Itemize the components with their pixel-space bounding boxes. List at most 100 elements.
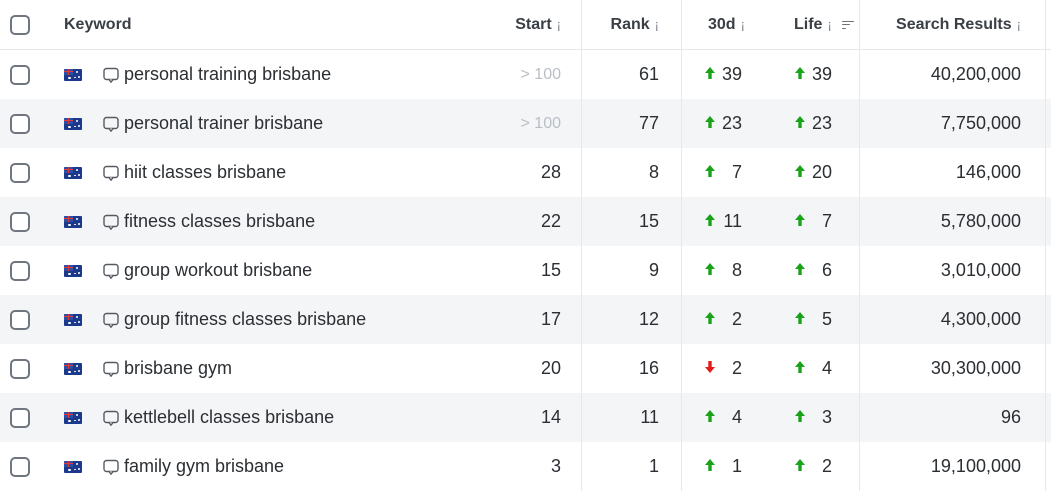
change-life-cell: 7 [770,197,860,246]
table-row[interactable]: group workout brisbane 15 9 8 6 3,010,00… [0,246,1051,295]
select-all-checkbox[interactable] [10,14,30,35]
change-30d-cell: 39 [682,50,770,99]
table-row[interactable]: family gym brisbane 3 1 1 2 19,100,000 [0,442,1051,491]
keyword-text[interactable]: family gym brisbane [124,456,284,477]
row-checkbox[interactable] [10,456,30,477]
search-results-cell: 19,100,000 [860,442,1046,491]
change-life-value: 5 [821,309,832,329]
search-results-cell: 4,300,000 [860,295,1046,344]
keyword-text[interactable]: personal trainer brisbane [124,113,323,134]
row-checkbox-cell [0,148,40,197]
serp-preview-icon[interactable] [102,213,120,231]
info-icon[interactable]: ¡ [827,17,831,32]
current-rank-value: 12 [638,309,659,329]
current-rank-value: 8 [648,162,659,182]
row-checkbox[interactable] [10,113,30,134]
keyword-cell: group workout brisbane [48,246,488,295]
column-header-search-results-label: Search Results [896,15,1012,33]
change-30d: 2 [704,309,742,330]
row-checkbox[interactable] [10,358,30,379]
column-header-30d[interactable]: 30d ¡ [682,0,770,49]
serp-preview-icon[interactable] [102,458,120,476]
row-checkbox-cell [0,246,40,295]
info-icon[interactable]: ¡ [741,17,745,32]
column-header-life[interactable]: Life ¡ [770,0,860,49]
keyword-text[interactable]: hiit classes brisbane [124,162,286,183]
change-30d: 11 [704,211,742,232]
keyword-text[interactable]: kettlebell classes brisbane [124,407,334,428]
serp-preview-icon[interactable] [102,409,120,427]
table-row[interactable]: hiit classes brisbane 28 8 7 20 146,000 [0,148,1051,197]
change-30d-value: 11 [723,211,742,231]
serp-preview-icon[interactable] [102,262,120,280]
change-life: 5 [794,309,832,330]
change-life-cell: 6 [770,246,860,295]
keyword-text[interactable]: brisbane gym [124,358,232,379]
keyword-text[interactable]: fitness classes brisbane [124,211,315,232]
table-row[interactable]: brisbane gym 20 16 2 4 30,300,000 [0,344,1051,393]
keyword-cell: group fitness classes brisbane [48,295,488,344]
start-rank-value: 28 [540,162,561,182]
column-header-start[interactable]: Start ¡ [488,0,582,49]
start-rank-cell: 17 [488,295,582,344]
search-results-cell: 7,750,000 [860,99,1046,148]
row-checkbox[interactable] [10,211,30,232]
start-rank-cell: 28 [488,148,582,197]
change-30d-cell: 23 [682,99,770,148]
info-icon[interactable]: ¡ [1017,17,1021,32]
change-30d-value: 39 [722,64,743,84]
change-30d-cell: 1 [682,442,770,491]
sort-descending-icon[interactable] [841,20,854,30]
search-results-value: 4,300,000 [940,309,1021,329]
arrow-up-icon [794,113,812,134]
change-life: 6 [794,260,832,281]
table-row[interactable]: group fitness classes brisbane 17 12 2 5… [0,295,1051,344]
search-results-cell: 96 [860,393,1046,442]
row-checkbox-cell [0,344,40,393]
change-life-cell: 5 [770,295,860,344]
row-checkbox[interactable] [10,162,30,183]
serp-preview-icon[interactable] [102,115,120,133]
table-row[interactable]: fitness classes brisbane 22 15 11 7 5,78… [0,197,1051,246]
serp-preview-icon[interactable] [102,360,120,378]
info-icon[interactable]: ¡ [655,17,659,32]
change-30d: 4 [704,407,742,428]
current-rank-value: 16 [638,358,659,378]
serp-preview-icon[interactable] [102,66,120,84]
change-30d: 2 [704,358,742,379]
current-rank-cell: 61 [582,50,682,99]
start-rank-cell: 3 [488,442,582,491]
arrow-up-icon [794,211,812,232]
change-life-value: 2 [821,456,832,476]
column-header-rank[interactable]: Rank ¡ [582,0,682,49]
table-row[interactable]: personal training brisbane > 100 61 39 3… [0,50,1051,99]
column-header-keyword[interactable]: Keyword [48,0,488,49]
column-header-30d-label: 30d [708,15,736,33]
australia-flag-icon [64,411,82,424]
keyword-text[interactable]: group workout brisbane [124,260,312,281]
table-row[interactable]: kettlebell classes brisbane 14 11 4 3 96 [0,393,1051,442]
keyword-cell: personal training brisbane [48,50,488,99]
serp-preview-icon[interactable] [102,311,120,329]
change-30d-cell: 4 [682,393,770,442]
table-row[interactable]: personal trainer brisbane > 100 77 23 23… [0,99,1051,148]
serp-preview-icon[interactable] [102,164,120,182]
search-results-value: 5,780,000 [940,211,1021,231]
change-life-cell: 39 [770,50,860,99]
table-header-row: Keyword Start ¡ Rank ¡ 30d ¡ Life ¡ Sear… [0,0,1051,50]
info-icon[interactable]: ¡ [557,17,561,32]
keyword-text[interactable]: personal training brisbane [124,64,331,85]
row-checkbox[interactable] [10,260,30,281]
search-results-value: 96 [1000,407,1021,427]
start-rank-cell: 15 [488,246,582,295]
column-header-search-results[interactable]: Search Results ¡ [860,0,1046,49]
keyword-text[interactable]: group fitness classes brisbane [124,309,366,330]
change-life: 2 [794,456,832,477]
keyword-cell: personal trainer brisbane [48,99,488,148]
change-life: 20 [794,162,832,183]
australia-flag-icon [64,264,82,277]
row-checkbox[interactable] [10,64,30,85]
row-checkbox[interactable] [10,407,30,428]
row-checkbox[interactable] [10,309,30,330]
change-life-cell: 23 [770,99,860,148]
